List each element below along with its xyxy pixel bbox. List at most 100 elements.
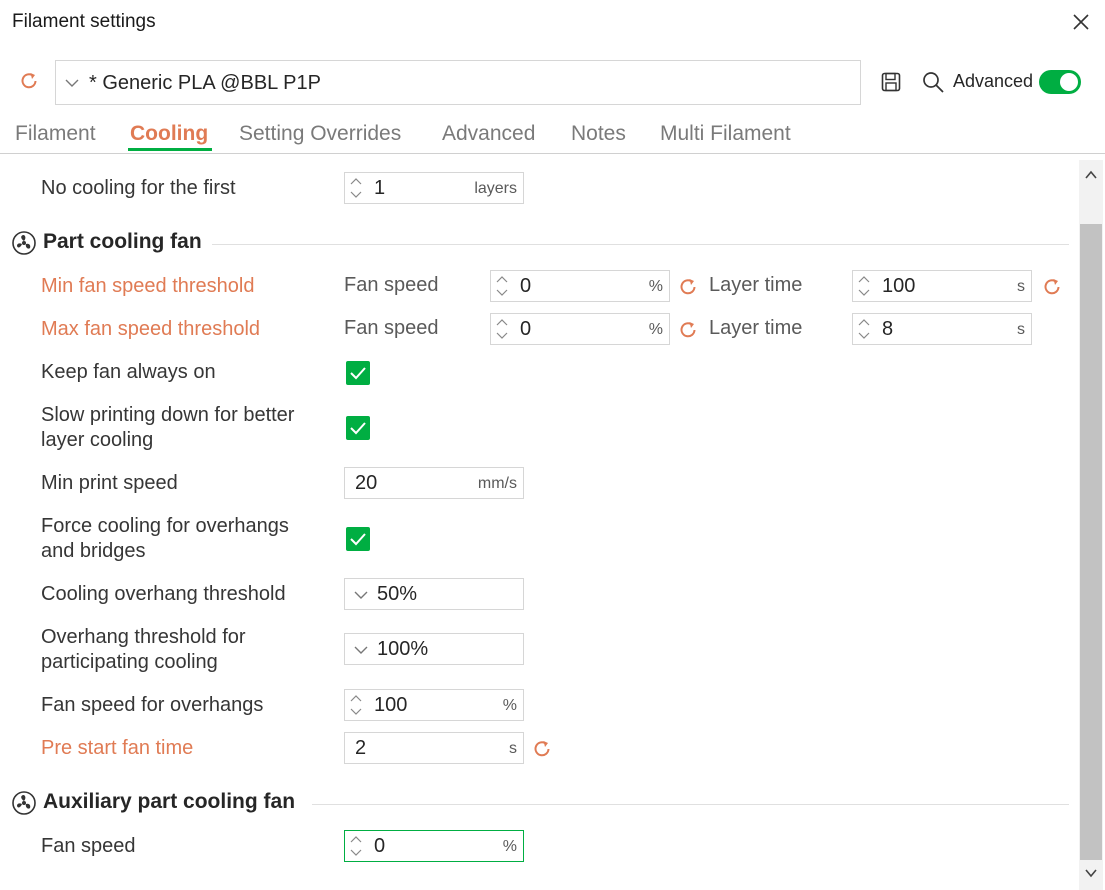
max-fan-threshold-label: Max fan speed threshold [41,318,261,340]
close-icon[interactable] [1071,12,1091,32]
overhang-participating-value: 100% [377,638,429,660]
preset-name: * Generic PLA @BBL P1P [89,72,321,94]
advanced-label: Advanced [953,71,1034,91]
min-fan-speed-value: 0 [520,275,532,297]
scroll-thumb[interactable] [1080,224,1102,860]
check-icon [350,533,366,546]
overhang-threshold-select[interactable]: 50% [344,578,524,610]
no-cooling-label: No cooling for the first [41,177,236,199]
overhang-participating-label-line1: Overhang threshold for [41,626,246,648]
overhang-fan-speed-label: Fan speed for overhangs [41,694,264,716]
title-bar: Filament settings [0,0,1105,46]
tab-bar: Filament Cooling Setting Overrides Advan… [0,118,1105,154]
section-aux-cooling-fan: Auxiliary part cooling fan [12,789,1069,819]
force-cooling-label-line2: and bridges [41,540,146,562]
min-layer-time-unit: s [1017,278,1025,295]
aux-fan-speed-value: 0 [374,835,386,857]
chevron-down-icon [353,642,369,658]
spin-icon[interactable] [349,833,363,859]
section-divider [312,804,1069,805]
max-fan-speed-unit: % [648,321,663,338]
overhang-threshold-value: 50% [377,583,418,605]
spin-icon[interactable] [349,175,363,201]
section-part-cooling-fan: Part cooling fan [12,229,1069,259]
keep-fan-on-label: Keep fan always on [41,361,216,383]
min-layer-time-label: Layer time [709,274,803,296]
tab-notes[interactable]: Notes [571,122,626,146]
overhang-fan-speed-value: 100 [374,694,408,716]
pre-start-fan-label: Pre start fan time [41,737,194,759]
overhang-threshold-label: Cooling overhang threshold [41,583,286,605]
tab-cooling[interactable]: Cooling [130,122,208,146]
save-icon[interactable] [880,71,902,93]
min-print-speed-input[interactable]: 20 mm/s [344,467,524,499]
max-layer-time-unit: s [1017,321,1025,338]
pre-start-fan-unit: s [509,740,517,757]
fan-icon [12,231,36,255]
max-fan-speed-value: 0 [520,318,532,340]
aux-fan-speed-label: Fan speed [41,835,136,857]
max-layer-time-label: Layer time [709,317,803,339]
scroll-up-icon[interactable] [1083,168,1099,182]
no-cooling-unit: layers [474,180,517,197]
min-fan-speed-input[interactable]: 0 % [490,270,670,302]
active-tab-indicator [128,148,212,151]
overhang-fan-speed-input[interactable]: 100 % [344,689,524,721]
max-fan-speed-input[interactable]: 0 % [490,313,670,345]
overhang-fan-speed-unit: % [502,697,517,714]
tab-filament[interactable]: Filament [15,122,96,146]
scrollbar[interactable] [1079,160,1103,890]
reset-icon[interactable] [677,276,699,298]
slow-down-label-line2: layer cooling [41,429,154,451]
chevron-down-icon [353,587,369,603]
chevron-down-icon [64,75,80,91]
min-print-speed-unit: mm/s [477,475,517,492]
advanced-toggle[interactable] [1039,70,1081,94]
tab-multi-filament[interactable]: Multi Filament [660,122,791,146]
min-print-speed-label: Min print speed [41,472,178,494]
min-print-speed-value: 20 [355,472,378,494]
scroll-down-icon[interactable] [1083,866,1099,880]
aux-fan-speed-unit: % [502,838,517,855]
fan-icon [12,791,36,815]
no-cooling-value: 1 [374,177,386,199]
section-title: Auxiliary part cooling fan [43,790,296,813]
spin-icon[interactable] [495,316,509,342]
max-layer-time-input[interactable]: 8 s [852,313,1032,345]
reset-icon[interactable] [18,70,40,92]
reset-icon[interactable] [677,319,699,341]
preset-row: * Generic PLA @BBL P1P Advanced [0,58,1105,106]
keep-fan-on-checkbox[interactable] [346,361,370,385]
no-cooling-input[interactable]: 1 layers [344,172,524,204]
max-layer-time-value: 8 [882,318,894,340]
reset-icon[interactable] [1041,276,1063,298]
slow-down-label: Slow printing down for better layer cool… [41,403,294,453]
overhang-participating-select[interactable]: 100% [344,633,524,665]
tab-advanced[interactable]: Advanced [442,122,535,146]
spin-icon[interactable] [857,273,871,299]
overhang-participating-label: Overhang threshold for participating coo… [41,625,246,675]
slow-down-checkbox[interactable] [346,416,370,440]
tab-setting-overrides[interactable]: Setting Overrides [239,122,401,146]
reset-icon[interactable] [531,738,553,760]
preset-combo[interactable]: * Generic PLA @BBL P1P [55,60,861,105]
search-icon[interactable] [921,70,945,94]
force-cooling-label: Force cooling for overhangs and bridges [41,514,289,564]
min-fan-speed-unit: % [648,278,663,295]
spin-icon[interactable] [495,273,509,299]
pre-start-fan-input[interactable]: 2 s [344,732,524,764]
section-title: Part cooling fan [43,230,202,253]
force-cooling-checkbox[interactable] [346,527,370,551]
spin-icon[interactable] [857,316,871,342]
overhang-participating-label-line2: participating cooling [41,651,218,673]
slow-down-label-line1: Slow printing down for better [41,404,295,426]
check-icon [350,367,366,380]
max-fan-speed-label: Fan speed [344,317,439,339]
min-fan-threshold-label: Min fan speed threshold [41,275,255,297]
aux-fan-speed-input[interactable]: 0 % [344,830,524,862]
min-layer-time-input[interactable]: 100 s [852,270,1032,302]
spin-icon[interactable] [349,692,363,718]
toggle-knob [1060,73,1078,91]
pre-start-fan-value: 2 [355,737,367,759]
force-cooling-label-line1: Force cooling for overhangs [41,515,289,537]
